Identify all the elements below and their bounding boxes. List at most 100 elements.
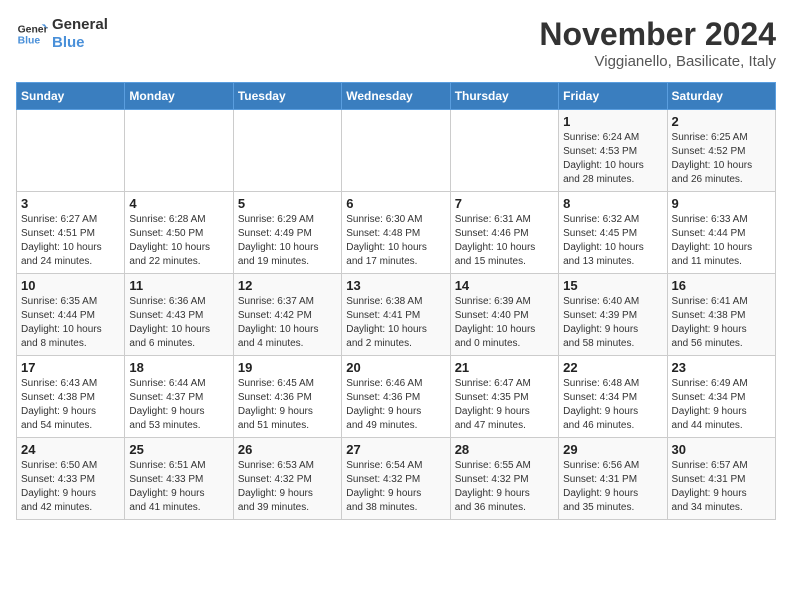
- day-number: 1: [563, 114, 662, 129]
- day-info: Sunrise: 6:24 AMSunset: 4:53 PMDaylight:…: [563, 131, 662, 187]
- day-number: 29: [563, 442, 662, 457]
- svg-text:General: General: [18, 24, 48, 35]
- weekday-row: Sunday Monday Tuesday Wednesday Thursday…: [17, 83, 776, 110]
- col-wednesday: Wednesday: [342, 83, 450, 110]
- title-area: November 2024 Viggianello, Basilicate, I…: [539, 16, 776, 70]
- day-info: Sunrise: 6:31 AMSunset: 4:46 PMDaylight:…: [455, 213, 554, 269]
- day-cell: 28 Sunrise: 6:55 AMSunset: 4:32 PMDayligh…: [450, 438, 558, 520]
- day-cell: 4Sunrise: 6:28 AMSunset: 4:50 PMDaylight…: [125, 192, 233, 274]
- col-monday: Monday: [125, 83, 233, 110]
- week-row-5: 24 Sunrise: 6:50 AMSunset: 4:33 PMDayligh…: [17, 438, 776, 520]
- day-cell: 26Sunrise: 6:53 AMSunset: 4:32 PMDayligh…: [233, 438, 341, 520]
- day-info: Sunrise: 6:55 AMSunset: 4:32 PMDaylight:…: [455, 459, 554, 515]
- header-area: General Blue General Blue November 2024 …: [16, 16, 776, 70]
- col-saturday: Saturday: [667, 83, 775, 110]
- day-number: 6: [346, 196, 445, 211]
- logo: General Blue General Blue: [16, 16, 108, 52]
- day-number: 22: [563, 360, 662, 375]
- day-info: Sunrise: 6:48 AMSunset: 4:34 PMDaylight:…: [563, 377, 662, 433]
- calendar-table: Sunday Monday Tuesday Wednesday Thursday…: [16, 82, 776, 520]
- day-cell: 10Sunrise: 6:35 AMSunset: 4:44 PMDayligh…: [17, 274, 125, 356]
- day-cell: 20Sunrise: 6:46 AMSunset: 4:36 PMDayligh…: [342, 356, 450, 438]
- day-cell: [233, 110, 341, 192]
- day-info: Sunrise: 6:47 AMSunset: 4:35 PMDaylight:…: [455, 377, 554, 433]
- day-number: 14: [455, 278, 554, 293]
- week-row-4: 17Sunrise: 6:43 AMSunset: 4:38 PMDayligh…: [17, 356, 776, 438]
- day-cell: 19Sunrise: 6:45 AMSunset: 4:36 PMDayligh…: [233, 356, 341, 438]
- day-number: 12: [238, 278, 337, 293]
- day-info: Sunrise: 6:33 AMSunset: 4:44 PMDaylight:…: [672, 213, 771, 269]
- day-number: 9: [672, 196, 771, 211]
- day-info: Sunrise: 6:50 AMSunset: 4:33 PMDaylight:…: [21, 459, 120, 515]
- day-number: 28: [455, 442, 554, 457]
- day-cell: 8 Sunrise: 6:32 AMSunset: 4:45 PMDaylight…: [559, 192, 667, 274]
- day-cell: 11 Sunrise: 6:36 AMSunset: 4:43 PMDayligh…: [125, 274, 233, 356]
- day-cell: 21 Sunrise: 6:47 AMSunset: 4:35 PMDayligh…: [450, 356, 558, 438]
- day-cell: 14 Sunrise: 6:39 AMSunset: 4:40 PMDayligh…: [450, 274, 558, 356]
- day-cell: [450, 110, 558, 192]
- month-title: November 2024: [539, 16, 776, 53]
- day-number: 30: [672, 442, 771, 457]
- week-row-1: 1 Sunrise: 6:24 AMSunset: 4:53 PMDaylight…: [17, 110, 776, 192]
- day-info: Sunrise: 6:49 AMSunset: 4:34 PMDaylight:…: [672, 377, 771, 433]
- day-cell: 12 Sunrise: 6:37 AMSunset: 4:42 PMDayligh…: [233, 274, 341, 356]
- day-cell: [125, 110, 233, 192]
- day-number: 8: [563, 196, 662, 211]
- day-info: Sunrise: 6:56 AMSunset: 4:31 PMDaylight:…: [563, 459, 662, 515]
- day-info: Sunrise: 6:36 AMSunset: 4:43 PMDaylight:…: [129, 295, 228, 351]
- day-number: 10: [21, 278, 120, 293]
- day-cell: [342, 110, 450, 192]
- day-cell: 29 Sunrise: 6:56 AMSunset: 4:31 PMDayligh…: [559, 438, 667, 520]
- day-cell: 17Sunrise: 6:43 AMSunset: 4:38 PMDayligh…: [17, 356, 125, 438]
- day-cell: 1 Sunrise: 6:24 AMSunset: 4:53 PMDaylight…: [559, 110, 667, 192]
- week-row-3: 10Sunrise: 6:35 AMSunset: 4:44 PMDayligh…: [17, 274, 776, 356]
- day-cell: 22 Sunrise: 6:48 AMSunset: 4:34 PMDayligh…: [559, 356, 667, 438]
- day-info: Sunrise: 6:38 AMSunset: 4:41 PMDaylight:…: [346, 295, 445, 351]
- day-cell: [17, 110, 125, 192]
- day-cell: 13 Sunrise: 6:38 AMSunset: 4:41 PMDayligh…: [342, 274, 450, 356]
- day-info: Sunrise: 6:44 AMSunset: 4:37 PMDaylight:…: [129, 377, 228, 433]
- day-cell: 18 Sunrise: 6:44 AMSunset: 4:37 PMDayligh…: [125, 356, 233, 438]
- day-cell: 23 Sunrise: 6:49 AMSunset: 4:34 PMDayligh…: [667, 356, 775, 438]
- day-number: 23: [672, 360, 771, 375]
- day-cell: 15Sunrise: 6:40 AMSunset: 4:39 PMDayligh…: [559, 274, 667, 356]
- col-thursday: Thursday: [450, 83, 558, 110]
- day-cell: 24 Sunrise: 6:50 AMSunset: 4:33 PMDayligh…: [17, 438, 125, 520]
- day-info: Sunrise: 6:57 AMSunset: 4:31 PMDaylight:…: [672, 459, 771, 515]
- day-cell: 27Sunrise: 6:54 AMSunset: 4:32 PMDayligh…: [342, 438, 450, 520]
- svg-text:Blue: Blue: [18, 36, 41, 47]
- col-sunday: Sunday: [17, 83, 125, 110]
- day-number: 2: [672, 114, 771, 129]
- location-subtitle: Viggianello, Basilicate, Italy: [539, 53, 776, 70]
- day-number: 3: [21, 196, 120, 211]
- day-number: 19: [238, 360, 337, 375]
- day-cell: 25Sunrise: 6:51 AMSunset: 4:33 PMDayligh…: [125, 438, 233, 520]
- day-number: 15: [563, 278, 662, 293]
- col-tuesday: Tuesday: [233, 83, 341, 110]
- day-number: 21: [455, 360, 554, 375]
- logo-line1: General: [52, 16, 108, 34]
- day-number: 18: [129, 360, 228, 375]
- day-cell: 2Sunrise: 6:25 AMSunset: 4:52 PMDaylight…: [667, 110, 775, 192]
- calendar-header: Sunday Monday Tuesday Wednesday Thursday…: [17, 83, 776, 110]
- day-number: 13: [346, 278, 445, 293]
- day-info: Sunrise: 6:30 AMSunset: 4:48 PMDaylight:…: [346, 213, 445, 269]
- day-number: 24: [21, 442, 120, 457]
- day-number: 11: [129, 278, 228, 293]
- day-cell: 6 Sunrise: 6:30 AMSunset: 4:48 PMDaylight…: [342, 192, 450, 274]
- day-info: Sunrise: 6:54 AMSunset: 4:32 PMDaylight:…: [346, 459, 445, 515]
- day-number: 16: [672, 278, 771, 293]
- day-info: Sunrise: 6:46 AMSunset: 4:36 PMDaylight:…: [346, 377, 445, 433]
- day-number: 5: [238, 196, 337, 211]
- day-number: 17: [21, 360, 120, 375]
- day-number: 25: [129, 442, 228, 457]
- calendar-body: 1 Sunrise: 6:24 AMSunset: 4:53 PMDaylight…: [17, 110, 776, 520]
- day-info: Sunrise: 6:53 AMSunset: 4:32 PMDaylight:…: [238, 459, 337, 515]
- day-info: Sunrise: 6:32 AMSunset: 4:45 PMDaylight:…: [563, 213, 662, 269]
- day-cell: 3 Sunrise: 6:27 AMSunset: 4:51 PMDaylight…: [17, 192, 125, 274]
- day-info: Sunrise: 6:37 AMSunset: 4:42 PMDaylight:…: [238, 295, 337, 351]
- day-info: Sunrise: 6:39 AMSunset: 4:40 PMDaylight:…: [455, 295, 554, 351]
- day-info: Sunrise: 6:27 AMSunset: 4:51 PMDaylight:…: [21, 213, 120, 269]
- logo-line2: Blue: [52, 34, 108, 52]
- day-number: 7: [455, 196, 554, 211]
